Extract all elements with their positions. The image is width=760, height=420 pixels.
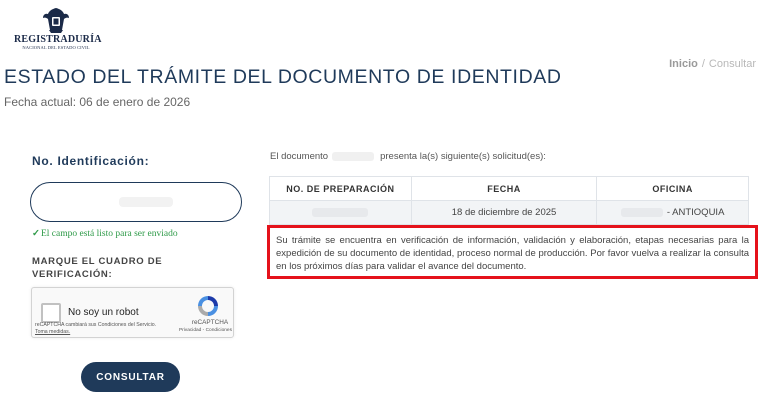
table-header-row: NO. DE PREPARACIÓN FECHA OFICINA bbox=[269, 176, 749, 201]
logo-subtitle: NACIONAL DEL ESTADO CIVIL bbox=[22, 45, 90, 50]
breadcrumb-home-link[interactable]: Inicio bbox=[669, 58, 698, 70]
recaptcha-brand: reCAPTCHA bbox=[191, 319, 229, 326]
cell-date: 18 de diciembre de 2025 bbox=[410, 200, 598, 225]
breadcrumb-current: Consultar bbox=[708, 58, 756, 70]
status-message: Su trámite se encuentra en verificación … bbox=[276, 235, 749, 272]
recaptcha-links[interactable]: Privacidad - Condiciones bbox=[166, 328, 232, 333]
coat-of-arms-icon bbox=[43, 8, 69, 33]
consultar-button[interactable]: CONSULTAR bbox=[81, 362, 180, 392]
column-header-date: FECHA bbox=[410, 176, 598, 201]
verification-label: MARQUE EL CUADRO DE VERIFICACIÓN: bbox=[32, 256, 163, 280]
table-row: 18 de diciembre de 2025 - ANTIOQUIA bbox=[269, 200, 749, 225]
recaptcha-notice: reCAPTCHA cambiará sus Condiciones del S… bbox=[35, 322, 159, 336]
validation-text: El campo está listo para ser enviado bbox=[40, 229, 178, 239]
recaptcha-checkbox[interactable] bbox=[41, 303, 61, 323]
page-title: ESTADO DEL TRÁMITE DEL DOCUMENTO DE IDEN… bbox=[4, 66, 562, 88]
result-intro: El documento presenta la(s) siguiente(s) … bbox=[270, 151, 546, 162]
office-region: - ANTIOQUIA bbox=[666, 207, 725, 218]
requests-table: NO. DE PREPARACIÓN FECHA OFICINA 18 de d… bbox=[269, 176, 749, 225]
status-message-box: Su trámite se encuentra en verificación … bbox=[267, 225, 758, 279]
breadcrumb: Inicio / Consultar bbox=[669, 58, 756, 70]
id-label: No. Identificación: bbox=[32, 154, 150, 168]
breadcrumb-separator: / bbox=[701, 58, 705, 70]
id-number-input[interactable] bbox=[30, 182, 242, 222]
recaptcha-label: No soy un robot bbox=[68, 307, 139, 318]
result-intro-suffix: presenta la(s) siguiente(s) solicitud(es… bbox=[380, 151, 546, 162]
recaptcha-notice-text: reCAPTCHA cambiará sus Condiciones del S… bbox=[35, 322, 157, 328]
check-icon: ✓ bbox=[32, 229, 40, 239]
redacted-id-value bbox=[119, 197, 173, 207]
registraduria-logo[interactable]: REGISTRADURÍA NACIONAL DEL ESTADO CIVIL bbox=[14, 6, 102, 58]
current-date: Fecha actual: 06 de enero de 2026 bbox=[4, 95, 191, 109]
recaptcha-notice-link[interactable]: Toma medidas. bbox=[35, 329, 70, 335]
redacted-preparation-number bbox=[312, 207, 369, 217]
recaptcha-widget: No soy un robot reCAPTCHA cambiará sus C… bbox=[31, 287, 234, 338]
recaptcha-logo-icon bbox=[198, 296, 218, 316]
redacted-document-number bbox=[332, 151, 375, 161]
validation-message: ✓El campo está listo para ser enviado bbox=[32, 228, 178, 239]
logo-title: REGISTRADURÍA bbox=[14, 34, 102, 45]
redacted-office-name bbox=[620, 207, 663, 217]
column-header-preparation: NO. DE PREPARACIÓN bbox=[269, 176, 412, 201]
result-intro-prefix: El documento bbox=[270, 151, 329, 162]
cell-office: - ANTIOQUIA bbox=[596, 200, 749, 225]
cell-preparation bbox=[269, 200, 412, 225]
column-header-office: OFICINA bbox=[596, 176, 749, 201]
